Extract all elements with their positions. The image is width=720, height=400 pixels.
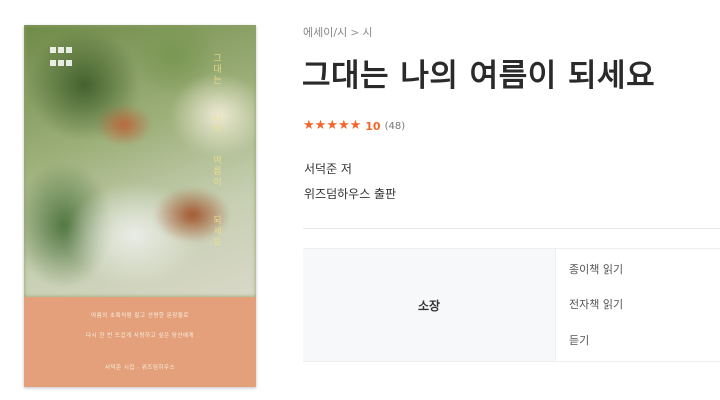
cover-title-line: 그대는 [211,53,221,86]
listen-link[interactable]: 듣기 [569,332,589,348]
rating-score: 10 [365,119,381,133]
divider [303,228,720,229]
star-icon: ★ [303,118,315,133]
publisher-logo-icon [50,47,72,71]
ownership-label: 소장 [417,298,441,313]
review-count[interactable]: (48) [385,121,406,132]
star-icon: ★ [337,118,350,133]
cover-bottom-band: 여름의 초록처럼 짙고 선명한 문장들로 다시 한 번 뜨겁게 사랑하고 싶은 … [24,297,256,387]
book-title: 그대는 나의 여름이 되세요 [302,58,656,94]
rating[interactable]: ★ ★ ★ ★ ★ 10 (48) [303,119,405,133]
star-rating: ★ ★ ★ ★ ★ [303,119,361,133]
breadcrumb-subcategory[interactable]: 시 [362,26,372,39]
star-icon: ★ [314,118,327,133]
author[interactable]: 서덕준 저 [304,160,352,177]
cover-title-line: 되세요 [211,215,221,248]
breadcrumb: 에세이/시 > 시 [303,24,373,40]
star-icon: ★ [349,118,362,133]
product-detail-page: 그대는 나의 여름이 되세요 여름의 초록처럼 짙고 선명한 문장들로 다시 한… [0,0,720,400]
ownership-options: 소장 종이책 읽기 전자책 읽기 듣기 [303,248,720,362]
cover-title-line: 나의 [211,113,221,135]
cover-blurb-line: 서덕준 시집 · 위즈덤하우스 [104,365,176,371]
breadcrumb-separator: > [350,26,360,39]
cover-title-line: 여름이 [211,155,221,188]
breadcrumb-category[interactable]: 에세이/시 [303,26,347,39]
cover-blurb-line: 다시 한 번 뜨겁게 사랑하고 싶은 당신에게 [85,333,194,339]
cover-blurb-line: 여름의 초록처럼 짙고 선명한 문장들로 [91,313,189,319]
publisher[interactable]: 위즈덤하우스 출판 [304,185,396,202]
ownership-links: 종이책 읽기 전자책 읽기 듣기 [555,249,720,361]
ownership-label-cell: 소장 [303,249,555,361]
read-ebook-link[interactable]: 전자책 읽기 [569,296,623,312]
read-paper-book-link[interactable]: 종이책 읽기 [569,261,623,277]
star-icon: ★ [326,118,338,133]
book-cover-image[interactable]: 그대는 나의 여름이 되세요 여름의 초록처럼 짙고 선명한 문장들로 다시 한… [24,25,256,387]
